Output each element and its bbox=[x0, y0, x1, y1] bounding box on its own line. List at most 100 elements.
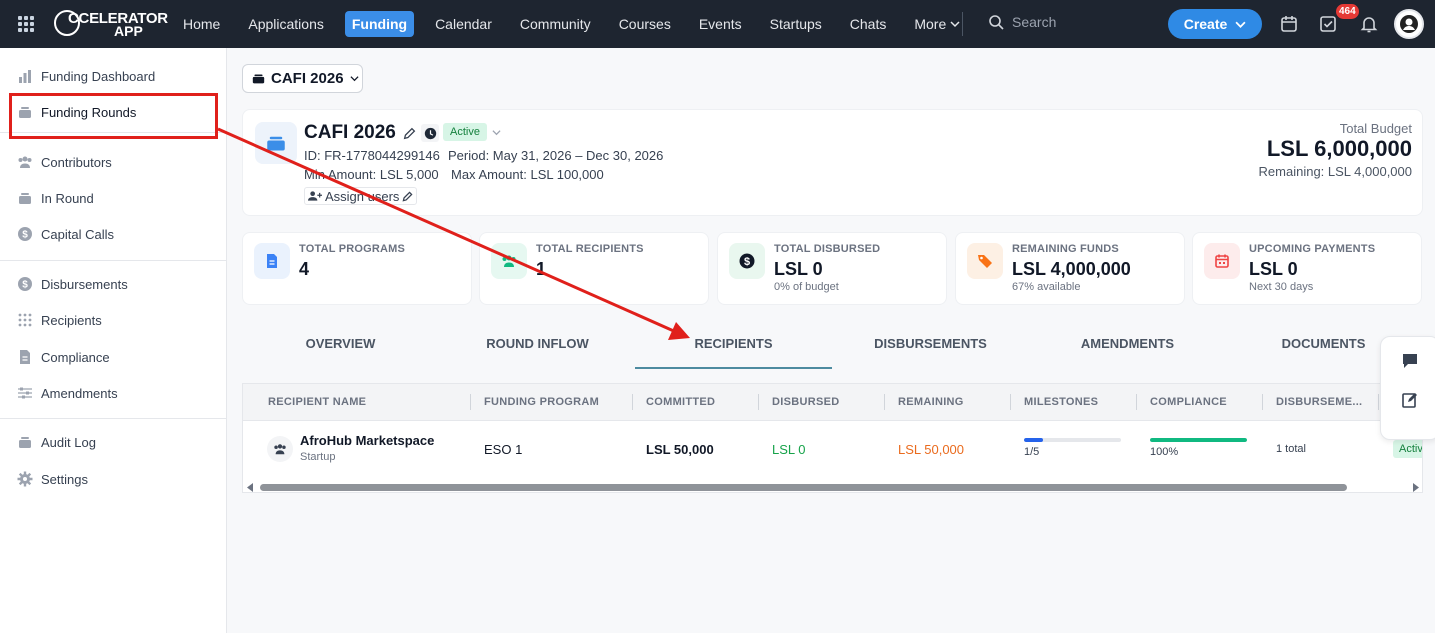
sidebar-item-label: Compliance bbox=[41, 349, 110, 365]
nav-more-label: More bbox=[914, 16, 947, 32]
sidebar-item-compliance[interactable]: Compliance bbox=[17, 349, 110, 365]
nav-applications[interactable]: Applications bbox=[241, 11, 331, 37]
tab-recipients[interactable]: RECIPIENTS bbox=[635, 336, 832, 351]
round-selector[interactable]: CAFI 2026 bbox=[242, 64, 363, 93]
clock-icon[interactable] bbox=[421, 124, 439, 142]
column-resize-handle[interactable] bbox=[884, 394, 885, 410]
total-budget-value: LSL 6,000,000 bbox=[1266, 136, 1412, 161]
stat-label: TOTAL DISBURSED bbox=[774, 243, 881, 255]
sidebar-item-disbursements[interactable]: $ Disbursements bbox=[17, 276, 128, 292]
column-resize-handle[interactable] bbox=[1010, 394, 1011, 410]
column-resize-handle[interactable] bbox=[1378, 394, 1379, 410]
column-resize-handle[interactable] bbox=[632, 394, 633, 410]
nav-community[interactable]: Community bbox=[513, 11, 598, 37]
tab-bar: OVERVIEW ROUND INFLOW RECIPIENTS DISBURS… bbox=[242, 325, 1423, 369]
user-avatar[interactable] bbox=[1394, 9, 1424, 39]
column-header[interactable]: MILESTONES bbox=[1024, 396, 1098, 408]
column-header[interactable]: REMAINING bbox=[898, 396, 964, 408]
column-resize-handle[interactable] bbox=[1262, 394, 1263, 410]
stat-total-programs: TOTAL PROGRAMS 4 bbox=[242, 232, 472, 305]
horizontal-scrollbar[interactable] bbox=[243, 480, 1422, 492]
nav-courses[interactable]: Courses bbox=[612, 11, 678, 37]
stat-sub: 0% of budget bbox=[774, 281, 839, 293]
recipients-table: RECIPIENT NAME FUNDING PROGRAM COMMITTED… bbox=[242, 383, 1423, 493]
column-header[interactable]: FUNDING PROGRAM bbox=[484, 396, 599, 408]
column-resize-handle[interactable] bbox=[470, 394, 471, 410]
column-resize-handle[interactable] bbox=[758, 394, 759, 410]
assign-users-label: Assign users bbox=[325, 188, 400, 204]
column-header[interactable]: COMPLIANCE bbox=[1150, 396, 1227, 408]
stat-value: LSL 0 bbox=[774, 259, 823, 279]
chat-bubble-icon[interactable] bbox=[1401, 352, 1419, 370]
tab-amendments[interactable]: AMENDMENTS bbox=[1029, 336, 1226, 351]
assign-users-button[interactable]: Assign users bbox=[304, 187, 418, 205]
bell-icon[interactable] bbox=[1359, 14, 1379, 34]
tab-disbursements[interactable]: DISBURSEMENTS bbox=[832, 336, 1029, 351]
edit-note-icon[interactable] bbox=[1402, 392, 1418, 408]
dollar-circle-icon: $ bbox=[18, 277, 32, 291]
nav-chats[interactable]: Chats bbox=[843, 11, 894, 37]
column-header[interactable]: RECIPIENT NAME bbox=[268, 396, 366, 408]
row-status-badge: Activ bbox=[1393, 440, 1422, 458]
create-button[interactable]: Create bbox=[1168, 9, 1262, 39]
stat-total-disbursed: $ TOTAL DISBURSED LSL 0 0% of budget bbox=[717, 232, 947, 305]
chevron-down-icon bbox=[1235, 21, 1246, 28]
nav-startups[interactable]: Startups bbox=[763, 11, 829, 37]
logo-subtext: APP bbox=[114, 23, 143, 39]
table-row[interactable]: AfroHub Marketspace Startup ESO 1 LSL 50… bbox=[243, 421, 1422, 481]
column-resize-handle[interactable] bbox=[1136, 394, 1137, 410]
bar-chart-icon bbox=[19, 70, 31, 83]
budget-remaining: Remaining: LSL 4,000,000 bbox=[1258, 164, 1412, 179]
chevron-down-icon[interactable] bbox=[492, 128, 501, 137]
calendar-icon[interactable] bbox=[1279, 14, 1299, 34]
nav-events[interactable]: Events bbox=[692, 11, 749, 37]
round-title: CAFI 2026 bbox=[304, 122, 396, 143]
recipient-type: Startup bbox=[300, 451, 336, 463]
sidebar-item-settings[interactable]: Settings bbox=[17, 471, 88, 487]
scroll-right-icon[interactable] bbox=[1412, 483, 1419, 492]
apps-grid-icon[interactable] bbox=[18, 16, 34, 32]
sidebar-item-label: In Round bbox=[41, 190, 94, 206]
sidebar-item-label: Contributors bbox=[41, 154, 112, 170]
tab-round-inflow[interactable]: ROUND INFLOW bbox=[439, 336, 636, 351]
column-header[interactable]: DISBURSED bbox=[772, 396, 840, 408]
recipient-name[interactable]: AfroHub Marketspace bbox=[300, 433, 434, 448]
sidebar-divider bbox=[0, 418, 226, 419]
accelerator-logo[interactable]: CCELERATOR APP bbox=[54, 8, 168, 40]
sidebar-item-label: Recipients bbox=[41, 312, 102, 328]
column-header[interactable]: DISBURSEME... bbox=[1276, 396, 1362, 408]
stat-total-recipients: TOTAL RECIPIENTS 1 bbox=[479, 232, 709, 305]
sidebar-item-funding-dashboard[interactable]: Funding Dashboard bbox=[17, 68, 155, 84]
sidebar-item-audit-log[interactable]: Audit Log bbox=[17, 434, 96, 450]
committed-amount: LSL 50,000 bbox=[646, 442, 714, 457]
sidebar-item-in-round[interactable]: In Round bbox=[17, 190, 94, 206]
nav-divider bbox=[962, 12, 963, 36]
sidebar-item-recipients[interactable]: Recipients bbox=[17, 312, 102, 328]
stat-label: REMAINING FUNDS bbox=[1012, 243, 1119, 255]
users-icon bbox=[18, 156, 32, 168]
gear-icon bbox=[17, 471, 33, 487]
tab-overview[interactable]: OVERVIEW bbox=[242, 336, 439, 351]
sidebar-item-contributors[interactable]: Contributors bbox=[17, 154, 112, 170]
sidebar-item-capital-calls[interactable]: $ Capital Calls bbox=[17, 226, 114, 242]
edit-icon[interactable] bbox=[401, 125, 417, 141]
nav-home[interactable]: Home bbox=[176, 11, 227, 37]
sidebar-item-amendments[interactable]: Amendments bbox=[17, 385, 118, 401]
nav-more[interactable]: More bbox=[907, 11, 967, 37]
status-badge[interactable]: Active bbox=[443, 123, 487, 141]
search-input[interactable]: Search bbox=[988, 14, 1056, 30]
column-header[interactable]: COMMITTED bbox=[646, 396, 715, 408]
round-header-card: CAFI 2026 Active ID: FR-1778044299146 Pe… bbox=[242, 109, 1423, 216]
compliance-text: 100% bbox=[1150, 446, 1179, 458]
funding-program: ESO 1 bbox=[484, 442, 523, 457]
nav-calendar[interactable]: Calendar bbox=[428, 11, 499, 37]
table-header: RECIPIENT NAME FUNDING PROGRAM COMMITTED… bbox=[243, 384, 1422, 421]
tag-icon bbox=[967, 243, 1003, 279]
scroll-left-icon[interactable] bbox=[247, 483, 254, 492]
nav-funding[interactable]: Funding bbox=[344, 11, 415, 37]
svg-text:$: $ bbox=[744, 256, 750, 268]
layers-icon bbox=[19, 193, 31, 204]
tasks-check-icon[interactable] bbox=[1318, 14, 1338, 34]
scrollbar-thumb[interactable] bbox=[260, 484, 1347, 491]
stat-sub: 67% available bbox=[1012, 281, 1081, 293]
